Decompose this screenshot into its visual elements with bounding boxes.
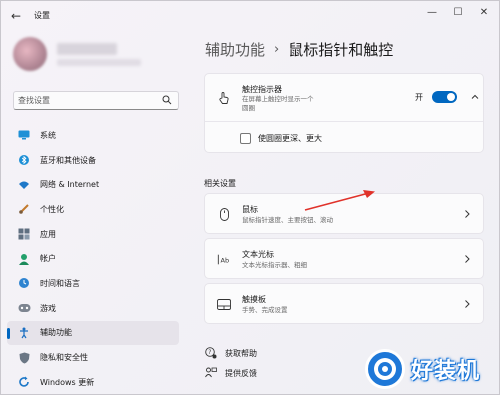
user-name-redacted	[57, 43, 117, 55]
sidebar-item-windows-update[interactable]: Windows 更新	[7, 370, 179, 395]
chevron-up-icon[interactable]	[471, 93, 479, 101]
touch-indicator-toggle[interactable]	[432, 91, 457, 103]
touchpad-icon	[217, 297, 231, 311]
feedback-icon	[204, 366, 218, 380]
bluetooth-icon	[17, 153, 31, 167]
related-item-title: 文本光标	[242, 250, 274, 259]
sidebar-item-label: 网络 & Internet	[40, 180, 100, 190]
sidebar-item-privacy[interactable]: 隐私和安全性	[7, 345, 179, 370]
sidebar-item-label: 时间和语言	[40, 278, 80, 288]
related-item-text-cursor[interactable]: Ab 文本光标 文本光标指示器、粗细	[204, 238, 484, 279]
sidebar-item-label: 系统	[40, 130, 56, 140]
related-item-desc: 鼠标指针速度、主要按钮、滚动	[242, 216, 333, 224]
toggle-knob	[447, 93, 455, 101]
sidebar-item-apps[interactable]: 应用	[7, 222, 179, 247]
sidebar-item-accounts[interactable]: 帐户	[7, 246, 179, 271]
touch-indicator-title: 触控指示器	[242, 85, 282, 94]
sidebar-item-personalization[interactable]: 个性化	[7, 197, 179, 222]
related-settings-heading: 相关设置	[204, 179, 236, 188]
watermark: 好装机	[361, 345, 500, 393]
sidebar-item-label: 帐户	[40, 254, 56, 264]
touch-indicator-desc-1: 在屏幕上触控时显示一个	[242, 95, 314, 103]
app-title: 设置	[34, 11, 50, 20]
annotation-arrow	[304, 190, 375, 211]
user-email-redacted	[57, 59, 141, 66]
maximize-button[interactable]: ☐	[447, 5, 469, 21]
sidebar-item-label: 辅助功能	[40, 328, 72, 338]
sidebar-item-network[interactable]: 网络 & Internet	[7, 172, 179, 197]
touch-hand-icon	[217, 91, 231, 105]
chevron-right-icon	[465, 255, 470, 263]
close-button[interactable]: ✕	[473, 5, 495, 21]
avatar	[13, 37, 47, 71]
sidebar-item-label: 应用	[40, 229, 56, 239]
user-profile[interactable]	[9, 35, 179, 75]
touch-indicator-desc-2: 圆圈	[242, 104, 255, 112]
brush-icon	[17, 202, 31, 216]
settings-search[interactable]	[13, 91, 179, 110]
toggle-state-label: 开	[415, 93, 423, 102]
mouse-icon	[217, 207, 231, 221]
give-feedback-label: 提供反馈	[225, 368, 257, 378]
chevron-right-icon	[465, 210, 470, 218]
give-feedback-link[interactable]: 提供反馈	[204, 366, 257, 380]
related-item-title: 触摸板	[242, 295, 266, 304]
text-cursor-icon: Ab	[217, 252, 231, 266]
sidebar-item-label: 游戏	[40, 303, 56, 313]
svg-text:?: ?	[208, 349, 211, 356]
checkbox-label: 使圆圈更深、更大	[258, 134, 322, 143]
page-title: 鼠标指针和触控	[288, 40, 394, 59]
sidebar-item-label: 隐私和安全性	[40, 353, 88, 363]
wifi-icon	[17, 178, 31, 192]
breadcrumb-parent[interactable]: 辅助功能	[205, 39, 265, 60]
sidebar-item-gaming[interactable]: 游戏	[7, 296, 179, 321]
sidebar-item-system[interactable]: 系统	[7, 123, 179, 148]
minimize-button[interactable]: —	[421, 5, 443, 21]
help-icon: ?	[204, 346, 218, 360]
sidebar-item-accessibility[interactable]: 辅助功能	[7, 320, 179, 346]
search-icon[interactable]	[162, 95, 172, 105]
shield-icon	[17, 351, 31, 365]
related-item-title: 鼠标	[242, 205, 258, 214]
svg-text:Ab: Ab	[221, 256, 230, 264]
update-icon	[17, 375, 31, 389]
watermark-logo	[365, 349, 405, 389]
sidebar-item-label: 蓝牙和其他设备	[40, 155, 96, 165]
watermark-text: 好装机	[411, 359, 481, 384]
darker-larger-circle-checkbox[interactable]	[240, 133, 251, 144]
globe-clock-icon	[17, 276, 31, 290]
sidebar-item-bluetooth[interactable]: 蓝牙和其他设备	[7, 148, 179, 173]
sidebar-item-label: Windows 更新	[40, 377, 95, 387]
breadcrumb-separator: ›	[274, 41, 280, 57]
back-button[interactable]: ←	[9, 9, 23, 23]
title-bar: ← 设置 — ☐ ✕	[1, 1, 500, 31]
person-icon	[17, 252, 31, 266]
sidebar-item-label: 个性化	[40, 204, 64, 214]
breadcrumb: 辅助功能 › 鼠标指针和触控	[205, 38, 393, 60]
sidebar-nav: 系统 蓝牙和其他设备 网络 & Internet 个性化 应用 帐户 时间和语言…	[7, 123, 179, 395]
sidebar-item-time-language[interactable]: 时间和语言	[7, 271, 179, 296]
gamepad-icon	[17, 301, 31, 315]
system-icon	[17, 128, 31, 142]
get-help-link[interactable]: ? 获取帮助	[204, 346, 257, 360]
get-help-label: 获取帮助	[225, 348, 257, 358]
accessibility-icon	[17, 326, 31, 340]
chevron-right-icon	[465, 300, 470, 308]
apps-icon	[17, 227, 31, 241]
related-item-touchpad[interactable]: 触摸板 手势、完成设置	[204, 283, 484, 324]
related-item-desc: 手势、完成设置	[242, 306, 288, 314]
search-input[interactable]	[18, 94, 158, 107]
related-item-desc: 文本光标指示器、粗细	[242, 261, 307, 269]
settings-window: ← 设置 — ☐ ✕ 系统 蓝牙和其他设备	[0, 0, 500, 395]
